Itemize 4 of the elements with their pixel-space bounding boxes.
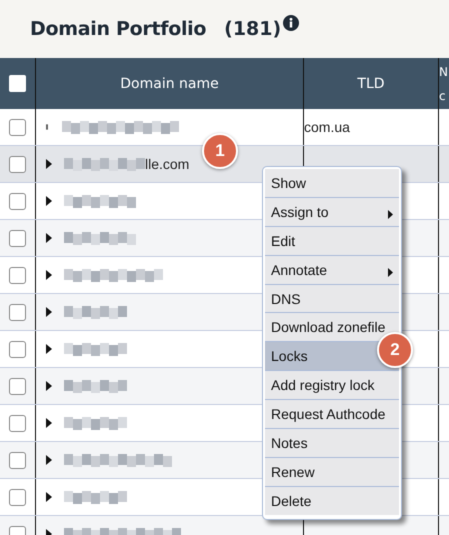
page-title: Domain Portfolio [30, 18, 206, 40]
domain-name: lle.com [145, 156, 190, 172]
tld-cell: com.ua [304, 119, 350, 135]
domain-count: (181) [224, 18, 282, 40]
